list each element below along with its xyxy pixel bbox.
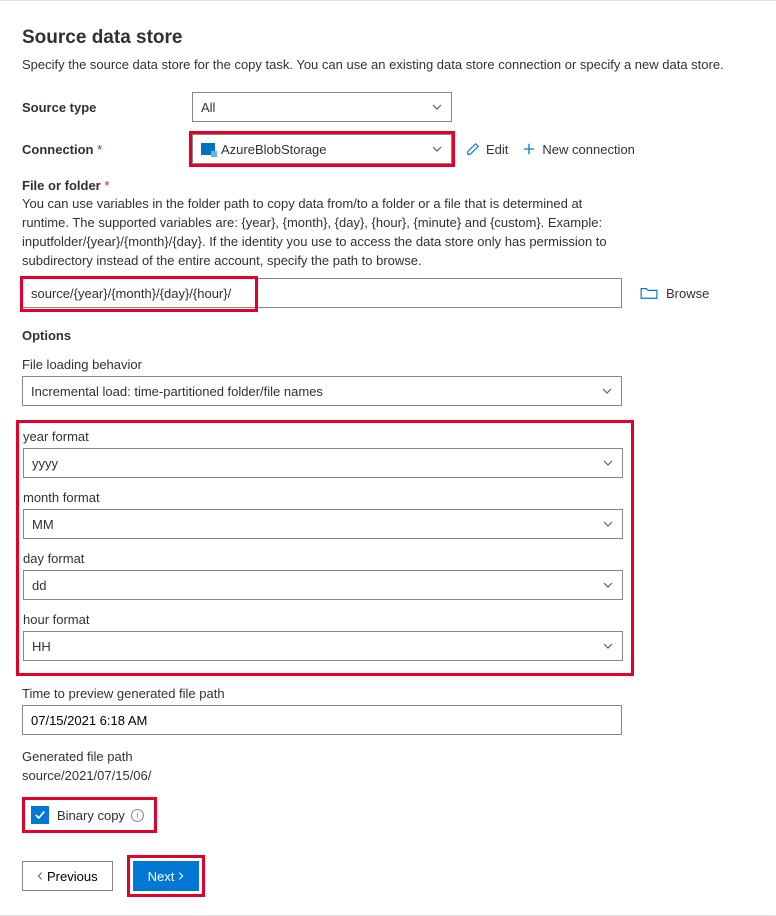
edit-connection-button[interactable]: Edit (466, 142, 508, 157)
hour-format-value: HH (32, 639, 51, 654)
day-format-value: dd (32, 578, 46, 593)
chevron-down-icon (602, 579, 614, 591)
month-format-select[interactable]: MM (23, 509, 623, 539)
plus-icon (522, 142, 536, 156)
chevron-down-icon (601, 385, 613, 397)
azure-blob-storage-icon (201, 143, 215, 155)
binary-copy-label: Binary copy (57, 808, 125, 823)
chevron-right-icon (176, 871, 186, 881)
file-or-folder-value: source/{year}/{month}/{day}/{hour}/ (31, 286, 231, 301)
connection-select[interactable]: AzureBlobStorage (192, 134, 452, 164)
preview-time-label: Time to preview generated file path (22, 686, 622, 701)
new-connection-button[interactable]: New connection (522, 142, 635, 157)
next-highlight: Next (127, 855, 206, 897)
browse-button[interactable]: Browse (640, 286, 709, 301)
source-type-select[interactable]: All (192, 92, 452, 122)
checkbox-checked-icon (31, 806, 49, 824)
previous-label: Previous (47, 869, 98, 884)
new-connection-label: New connection (542, 142, 635, 157)
binary-copy-checkbox[interactable]: Binary copy i (22, 797, 157, 833)
file-loading-behavior-label: File loading behavior (22, 357, 622, 372)
month-format-label: month format (23, 490, 623, 505)
day-format-select[interactable]: dd (23, 570, 623, 600)
chevron-left-icon (35, 871, 45, 881)
year-format-select[interactable]: yyyy (23, 448, 623, 478)
year-format-label: year format (23, 429, 623, 444)
required-asterisk: * (104, 178, 109, 193)
page-title: Source data store (22, 27, 754, 49)
next-label: Next (148, 869, 175, 884)
folder-icon (640, 286, 658, 300)
file-loading-behavior-value: Incremental load: time-partitioned folde… (31, 384, 323, 399)
file-or-folder-input[interactable]: source/{year}/{month}/{day}/{hour}/ (22, 278, 622, 308)
chevron-down-icon (431, 101, 443, 113)
previous-button[interactable]: Previous (22, 861, 113, 891)
chevron-down-icon (602, 457, 614, 469)
preview-time-input[interactable] (22, 705, 622, 735)
options-heading: Options (22, 328, 754, 343)
chevron-down-icon (602, 640, 614, 652)
chevron-down-icon (602, 518, 614, 530)
info-icon[interactable]: i (131, 809, 144, 822)
file-or-folder-label: File or folder (22, 178, 101, 193)
source-type-label: Source type (22, 100, 192, 115)
required-asterisk: * (97, 142, 102, 157)
pencil-icon (466, 142, 480, 156)
file-loading-behavior-select[interactable]: Incremental load: time-partitioned folde… (22, 376, 622, 406)
browse-label: Browse (666, 286, 709, 301)
month-format-value: MM (32, 517, 54, 532)
source-type-value: All (201, 100, 215, 115)
edit-label: Edit (486, 142, 508, 157)
connection-label: Connection (22, 142, 94, 157)
chevron-down-icon (431, 143, 443, 155)
generated-path-value: source/2021/07/15/06/ (22, 768, 622, 783)
generated-path-label: Generated file path (22, 749, 622, 764)
formats-highlight-group: year format yyyy month format MM day for… (16, 420, 634, 676)
page-subtitle: Specify the source data store for the co… (22, 57, 754, 72)
day-format-label: day format (23, 551, 623, 566)
hour-format-label: hour format (23, 612, 623, 627)
next-button[interactable]: Next (133, 861, 200, 891)
year-format-value: yyyy (32, 456, 58, 471)
hour-format-select[interactable]: HH (23, 631, 623, 661)
file-or-folder-help: You can use variables in the folder path… (22, 195, 622, 270)
connection-value: AzureBlobStorage (221, 142, 327, 157)
